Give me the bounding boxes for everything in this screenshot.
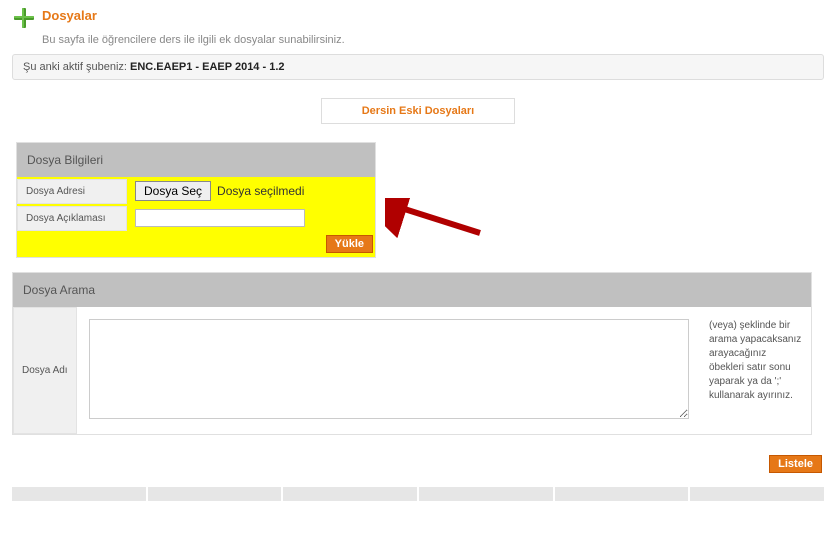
bottom-divider (12, 487, 824, 501)
file-desc-label: Dosya Açıklaması (17, 206, 127, 231)
search-hint-text: (veya) şeklinde bir arama yapacaksanız a… (701, 307, 811, 434)
file-info-panel: Dosya Bilgileri Dosya Adresi Dosya Seç D… (16, 142, 376, 258)
active-branch-value: ENC.EAEP1 - EAEP 2014 - 1.2 (130, 61, 284, 73)
page-subtitle: Bu sayfa ile öğrencilere ders ile ilgili… (42, 34, 824, 46)
file-address-label: Dosya Adresi (17, 179, 127, 204)
file-search-panel-header: Dosya Arama (13, 273, 811, 307)
file-search-panel: Dosya Arama Dosya Adı (veya) şeklinde bi… (12, 272, 812, 435)
page-title: Dosyalar (42, 8, 97, 23)
plus-icon (12, 6, 36, 30)
active-branch-bar: Şu anki aktif şubeniz: ENC.EAEP1 - EAEP … (12, 54, 824, 80)
file-status: Dosya seçilmedi (217, 184, 304, 198)
arrow-annotation-icon (385, 198, 485, 238)
active-branch-prefix: Şu anki aktif şubeniz: (23, 61, 130, 73)
file-name-textarea[interactable] (89, 319, 689, 419)
choose-file-button[interactable]: Dosya Seç (135, 181, 211, 201)
file-desc-input[interactable] (135, 209, 305, 227)
upload-button[interactable]: Yükle (326, 235, 373, 253)
old-files-button[interactable]: Dersin Eski Dosyaları (321, 98, 516, 124)
file-name-label: Dosya Adı (13, 307, 77, 434)
file-info-panel-header: Dosya Bilgileri (17, 143, 375, 177)
list-button[interactable]: Listele (769, 455, 822, 473)
